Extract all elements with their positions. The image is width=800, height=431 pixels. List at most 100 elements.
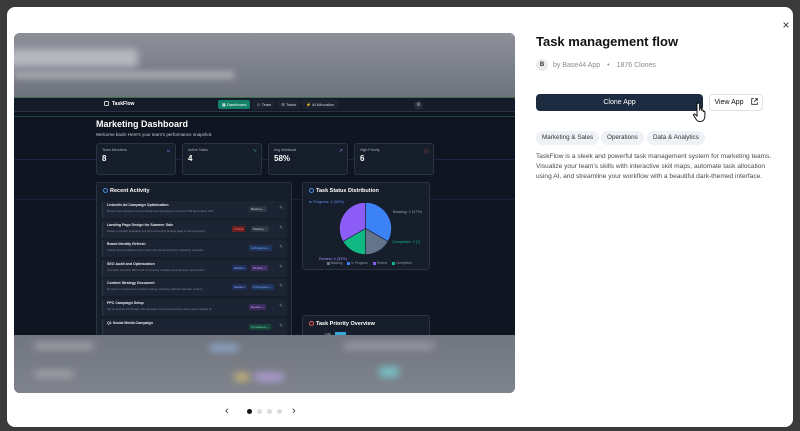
app-nav-tabs: ▦ Dashboard ☺ Team ☰ Tasks ⚡ AI Allocation: [218, 100, 339, 109]
edit-icon: ✎: [279, 303, 283, 308]
stat-label: Avg Workload: [274, 148, 297, 152]
legend-swatch: [327, 261, 330, 265]
author-name[interactable]: Base44 App: [562, 62, 600, 69]
trend-icon: ↗: [338, 148, 343, 154]
task-status-panel: Task Status Distribution In Progress: 4 …: [302, 182, 430, 270]
legend-label: Backlog: [331, 261, 343, 265]
edit-icon: ✎: [279, 283, 283, 289]
carousel-dot-4[interactable]: [277, 409, 282, 414]
task-description: Update brand guidelines and create new v…: [107, 248, 204, 253]
legend-item: Completed: [392, 261, 412, 265]
task-row: Q1 Social Media CampaignLowCompleted ⌄✎: [102, 318, 287, 336]
priority-icon: [309, 321, 314, 326]
legend-item: Review: [372, 261, 388, 265]
priority-badge: Medium: [232, 264, 247, 271]
view-app-button[interactable]: View App: [709, 94, 763, 111]
legend-item: Backlog: [327, 261, 342, 265]
recent-activity-panel: Recent Activity LinkedIn Ad Campaign Opt…: [96, 182, 292, 342]
status-badge: Backlog ⌄: [249, 206, 268, 212]
carousel-prev-button[interactable]: ‹: [225, 405, 229, 417]
carousel-dot-2[interactable]: [257, 409, 262, 414]
preview-blur-top: [14, 33, 515, 97]
pie-label-0: In Progress: 4 (33%): [309, 200, 344, 204]
stat-label: High Priority: [360, 148, 380, 152]
tag-marketing-sales[interactable]: Marketing & Sales: [536, 131, 600, 145]
stat-value: 4: [188, 154, 193, 163]
app-navbar: TaskFlow ▦ Dashboard ☺ Team ☰ Tasks ⚡ AI Al…: [14, 97, 515, 112]
stat-label: Team Members: [102, 148, 127, 152]
task-name: Content Strategy Document: [107, 281, 155, 286]
stat-card: Team Members8Active members☺: [96, 143, 176, 175]
task-name: PPC Campaign Setup: [107, 301, 144, 305]
legend-swatch: [347, 261, 351, 265]
pie-legend: Backlog In Progress Review Completed: [327, 261, 412, 265]
status-badge: Backlog ⌄: [251, 225, 270, 232]
carousel-dot-1[interactable]: [247, 409, 252, 414]
dashboard-subtitle: Welcome back! Here's your team's perform…: [96, 132, 213, 137]
task-priority-title: Task Priority Overview: [309, 321, 375, 327]
status-badge: In Progress ⌄: [249, 245, 272, 252]
edit-icon: ✎: [279, 244, 283, 250]
priority-badge: Medium: [232, 284, 247, 291]
app-description: TaskFlow is a sleek and powerful task ma…: [536, 153, 772, 180]
clone-app-button[interactable]: Clone App: [536, 94, 703, 111]
status-badge: In Progress ⌄: [251, 284, 274, 291]
external-link-icon: [750, 98, 758, 105]
app-detail-modal: × TaskFlow ▦ Dashboard ☺ Team ☰ Tasks ⚡ AI …: [7, 7, 793, 427]
status-badge: Completed ⌄: [249, 323, 271, 330]
recent-activity-title: Recent Activity: [103, 188, 150, 194]
edit-icon: ✎: [279, 263, 283, 269]
tag-data-analytics[interactable]: Data & Analytics: [647, 131, 705, 145]
taskflow-screenshot: TaskFlow ▦ Dashboard ☺ Team ☰ Tasks ⚡ AI Al…: [14, 97, 515, 355]
pie-label-2: Completed: 2 (?): [392, 240, 421, 244]
stat-value: 58%: [274, 154, 291, 163]
status-badge: Review ⌄: [251, 264, 269, 271]
status-badge: Review ⌄: [249, 304, 267, 310]
nav-tab-dashboard: ▦ Dashboard: [218, 100, 251, 109]
task-description: Design a visually appealing and high-con…: [107, 228, 205, 233]
author-avatar: B: [536, 59, 548, 71]
task-name: Brand Identity Refresh: [107, 242, 146, 247]
stat-value: 8: [102, 154, 107, 163]
status-pie-chart: [339, 202, 392, 255]
alert-icon: ⓘ: [423, 149, 429, 155]
pie-icon: [309, 188, 314, 193]
nav-tab-ai-allocation: ⚡ AI Allocation: [302, 100, 339, 109]
task-row: Landing Page Design for Summer Sale Desig…: [102, 220, 287, 238]
legend-label: Completed: [396, 261, 412, 265]
task-description: Review and optimize current LinkedIn ad …: [107, 209, 214, 213]
clone-count: 1876 Clones: [616, 61, 656, 69]
nav-tab-team: ☺ Team: [252, 100, 276, 109]
app-logo: TaskFlow: [104, 101, 134, 107]
nav-tab-tasks: ☰ Tasks: [277, 100, 301, 109]
app-preview-image: TaskFlow ▦ Dashboard ☺ Team ☰ Tasks ⚡ AI Al…: [14, 33, 515, 393]
task-row: Content Strategy Document Develop compreh…: [102, 279, 287, 297]
task-name: Landing Page Design for Summer Sale: [107, 222, 174, 227]
task-status-title: Task Status Distribution: [309, 188, 379, 194]
edit-icon: ✎: [279, 322, 283, 328]
edit-icon: ✎: [279, 224, 283, 230]
dashboard-title: Marketing Dashboard: [96, 119, 189, 129]
activity-icon: ∿: [252, 148, 257, 154]
tag-operations[interactable]: Operations: [601, 131, 644, 145]
legend-label: In Progress: [351, 261, 368, 265]
stat-card: Active Tasks4Currently in progress∿: [182, 143, 262, 175]
app-title: Task management flow: [536, 34, 679, 49]
edit-icon: ✎: [279, 205, 283, 210]
legend-item: In Progress: [347, 261, 368, 265]
legend-label: Review: [376, 261, 388, 265]
stat-value: 6: [360, 154, 365, 163]
legend-swatch: [392, 261, 396, 265]
checkbox-icon: [104, 101, 109, 106]
carousel-dot-3[interactable]: [267, 409, 272, 414]
stat-card: High Priority6Critical & high priority t…: [354, 143, 434, 175]
task-description: Develop comprehensive content strategy i…: [107, 287, 203, 292]
pie-label-1: Backlog: 2 (17%): [393, 210, 422, 214]
by-label: by: [553, 61, 561, 69]
users-icon: ☺: [165, 148, 171, 154]
task-description: Complete technical SEO audit of company …: [107, 267, 205, 272]
app-meta: B by Base44 App • 1876 Clones: [536, 59, 656, 71]
carousel-next-button[interactable]: ›: [292, 405, 296, 417]
close-button[interactable]: ×: [779, 18, 793, 32]
hand-cursor-icon: [692, 102, 706, 122]
